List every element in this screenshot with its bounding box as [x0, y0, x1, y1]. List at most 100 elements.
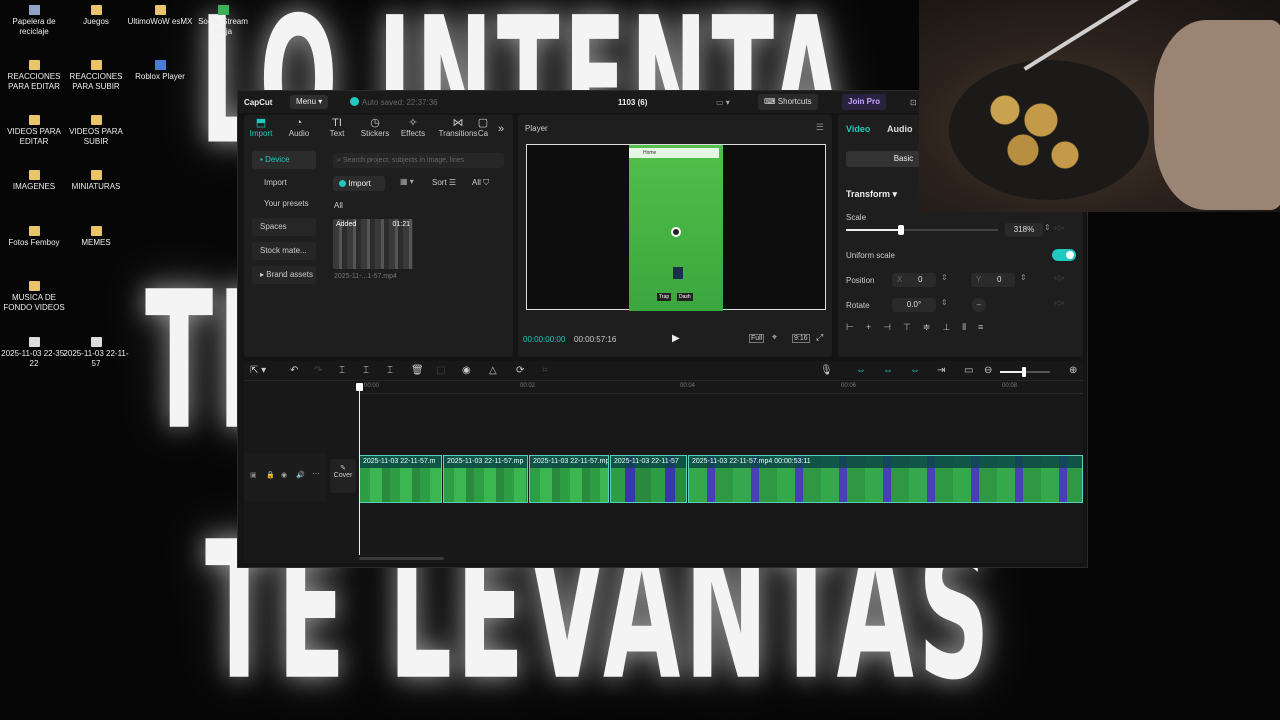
tab-audio[interactable]: ◔ Audio — [282, 117, 316, 138]
join-pro-button[interactable]: Join Pro — [842, 94, 887, 110]
timeline-clip-2[interactable]: 2025-11-03 22-11-57.mp — [443, 455, 528, 503]
media-thumbnail[interactable]: Added 01:21 — [333, 219, 413, 269]
tab-import[interactable]: ⬒ Import — [244, 117, 278, 138]
sidebar-item-spaces[interactable]: Spaces — [252, 218, 316, 236]
align-bottom-icon[interactable]: ⊥ — [942, 322, 962, 332]
desktop-icon-video-2[interactable]: 2025-11-03 22-11-57 — [62, 337, 130, 369]
media-search-input[interactable]: ⌕ Search project, subjects in image, lin… — [333, 153, 504, 168]
link-icon[interactable]: ⇔ — [910, 365, 920, 376]
visibility-icon[interactable]: ◉ — [281, 471, 287, 479]
timeline-scrollbar[interactable] — [359, 557, 444, 560]
desktop-icon-video-1[interactable]: 2025-11-03 22-35-22 — [0, 337, 68, 369]
sidebar-item-brand[interactable]: ▸ Brand assets — [252, 266, 316, 284]
grid-view-icon[interactable]: ▦ ▾ — [400, 177, 414, 186]
sidebar-item-presets[interactable]: Your presets — [252, 195, 316, 213]
zoom-icon[interactable]: ⌖ — [772, 332, 777, 343]
player-menu-icon[interactable]: ☰ — [816, 122, 824, 133]
scale-stepper-icon[interactable]: ⇕ — [1044, 223, 1051, 232]
magnet-icon[interactable]: ⇔ — [883, 365, 893, 376]
shortcuts-button[interactable]: ⌨ Shortcuts — [758, 94, 818, 110]
rotate-keyframe-icon[interactable]: ‹◇› — [1054, 299, 1064, 307]
scale-slider-knob[interactable] — [897, 225, 904, 235]
scale-slider[interactable] — [846, 225, 998, 235]
desktop-icon-reacciones-editar[interactable]: REACCIONES PARA EDITAR — [0, 60, 68, 92]
delete-icon[interactable]: 🗑 — [411, 365, 424, 376]
cover-button[interactable]: ✎ Cover — [330, 459, 356, 493]
desktop-icon-fotos[interactable]: Fotos Femboy — [0, 226, 68, 248]
microphone-icon[interactable]: 🎙 — [820, 365, 833, 376]
tab-audio-properties[interactable]: Audio — [887, 124, 913, 134]
position-x-field[interactable]: X0 — [892, 273, 936, 287]
align-right-icon[interactable]: ⊣ — [883, 322, 903, 332]
player-canvas[interactable]: Home Trap Dash — [526, 144, 826, 311]
sidebar-item-device[interactable]: ▪ Device — [252, 151, 316, 169]
rotate-reset-icon[interactable]: – — [972, 298, 986, 312]
position-y-stepper-icon[interactable]: ⇕ — [1020, 273, 1027, 282]
rotate-stepper-icon[interactable]: ⇕ — [941, 298, 948, 307]
distribute-v-icon[interactable]: ≡ — [978, 322, 995, 332]
mirror-icon[interactable]: △ — [489, 365, 497, 376]
undo-icon[interactable]: ↶ — [290, 365, 298, 376]
rotate-icon[interactable]: ⟳ — [516, 365, 524, 376]
tab-text[interactable]: TI Text — [320, 117, 354, 138]
distribute-h-icon[interactable]: ⫴ — [962, 322, 978, 332]
keyframe-icon[interactable]: ‹◇› — [1054, 224, 1064, 232]
align-left-icon[interactable]: ⊢ — [846, 322, 866, 332]
track-select-icon[interactable]: ▣ — [250, 471, 257, 479]
desktop-icon-roblox[interactable]: Roblox Player — [126, 60, 194, 82]
split-right-icon[interactable]: ⌶ — [387, 365, 393, 376]
expand-tabs-icon[interactable]: » — [498, 123, 504, 135]
all-filter-button[interactable]: All ⛉ — [472, 178, 489, 188]
play-icon[interactable]: ▶ — [672, 333, 680, 344]
select-tool-icon[interactable]: ⇱ ▾ — [250, 365, 266, 376]
full-button[interactable]: Full — [749, 334, 765, 343]
zoom-slider[interactable] — [1000, 367, 1050, 377]
ratio-button[interactable]: 9:16 — [792, 334, 810, 343]
link-main-track-icon[interactable]: ⇔ — [856, 365, 866, 376]
tab-transitions[interactable]: ⋈ Transitions — [438, 117, 478, 138]
zoom-out-icon[interactable]: ⊖ — [984, 365, 992, 376]
lock-icon[interactable]: 🔒 — [266, 471, 275, 479]
align-top-icon[interactable]: ⊤ — [903, 322, 923, 332]
sort-button[interactable]: Sort ☰ — [432, 178, 456, 187]
align-center-icon[interactable]: + — [866, 322, 883, 332]
desktop-icon-ultimowow[interactable]: UltimoWoW esMX — [126, 5, 194, 27]
position-x-stepper-icon[interactable]: ⇕ — [941, 273, 948, 282]
desktop-icon-memes[interactable]: MEMES — [62, 226, 130, 248]
split-left-icon[interactable]: ⌶ — [363, 365, 369, 376]
preview-axis-icon[interactable]: ⇥ — [937, 365, 945, 376]
tab-captions[interactable]: ▢ Ca — [476, 117, 490, 138]
timeline-clip-1[interactable]: 2025-11-03 22-11-57.m — [359, 455, 442, 503]
rotate-field[interactable]: 0.0° — [892, 298, 936, 312]
playhead-handle[interactable] — [356, 383, 363, 391]
desktop-icon-videos-editar[interactable]: VIDEOS PARA EDITAR — [0, 115, 68, 147]
timeline-clip-4[interactable]: 2025-11-03 22-11-57 — [610, 455, 687, 503]
timeline-clip-5[interactable]: 2025-11-03 22-11-57.mp4 00:00:53:11 — [688, 455, 1083, 503]
scale-value-field[interactable]: 318% — [1005, 223, 1043, 237]
position-y-field[interactable]: Y0 — [971, 273, 1015, 287]
desktop-icon-recycle-bin[interactable]: Papelera de reciclaje — [0, 5, 68, 37]
align-middle-icon[interactable]: ≑ — [923, 322, 943, 332]
desktop-icon-imagenes[interactable]: IMAGENES — [0, 170, 68, 192]
crop-icon[interactable]: ⌗ — [542, 365, 548, 376]
redo-icon[interactable]: ↷ — [314, 365, 322, 376]
menu-button[interactable]: Menu ▾ — [290, 95, 329, 109]
import-button[interactable]: Import — [333, 176, 385, 191]
tab-stickers[interactable]: ◷ Stickers — [358, 117, 392, 138]
speed-icon[interactable]: ◉ — [462, 365, 471, 376]
position-keyframe-icon[interactable]: ‹◇› — [1054, 274, 1064, 282]
sidebar-item-stock[interactable]: Stock mate... — [252, 242, 316, 260]
playhead[interactable] — [356, 383, 363, 555]
desktop-icon-reacciones-subir[interactable]: REACCIONES PARA SUBIR — [62, 60, 130, 92]
desktop-icon-juegos[interactable]: Juegos — [62, 5, 130, 27]
split-icon[interactable]: ⌶ — [339, 365, 345, 376]
zoom-in-icon[interactable]: ⊕ — [1069, 365, 1077, 376]
desktop-icon-videos-subir[interactable]: VIDEOS PARA SUBIR — [62, 115, 130, 147]
desktop-icon-social-stream[interactable]: Social Stream Ninja — [189, 5, 257, 37]
screenshot-icon[interactable]: ▭ — [964, 365, 973, 376]
fullscreen-icon[interactable]: ⤢ — [816, 332, 823, 343]
timeline-clip-3[interactable]: 2025-11-03 22-11-57.mp — [529, 455, 609, 503]
mute-icon[interactable]: 🔊 — [296, 471, 305, 479]
export-icon[interactable]: ⊡ — [910, 98, 917, 107]
layout-icon[interactable]: ▭ ▾ — [716, 98, 730, 107]
